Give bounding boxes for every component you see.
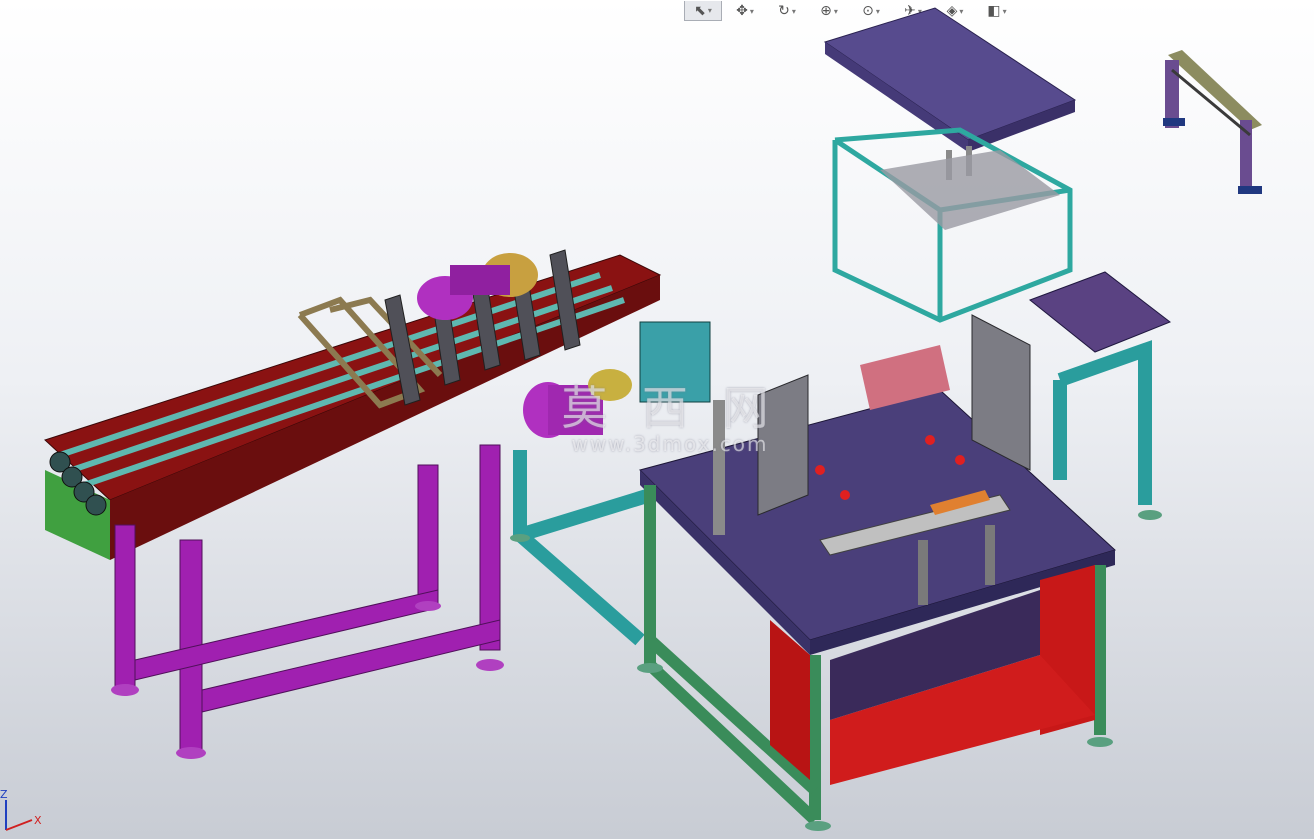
axis-x-label: X [34, 814, 42, 827]
axis-triad: Z X [0, 788, 42, 831]
extension-table-top[interactable] [1028, 271, 1172, 353]
pillar [713, 400, 725, 535]
axis-z-label: Z [0, 788, 8, 801]
table-motor[interactable] [523, 369, 632, 438]
gray-guide-plate-left [757, 374, 809, 516]
control-box[interactable] [639, 321, 711, 403]
side-fixture[interactable] [1163, 50, 1262, 194]
cad-viewport[interactable] [0, 0, 1314, 839]
upper-frame-panel [880, 150, 1060, 230]
